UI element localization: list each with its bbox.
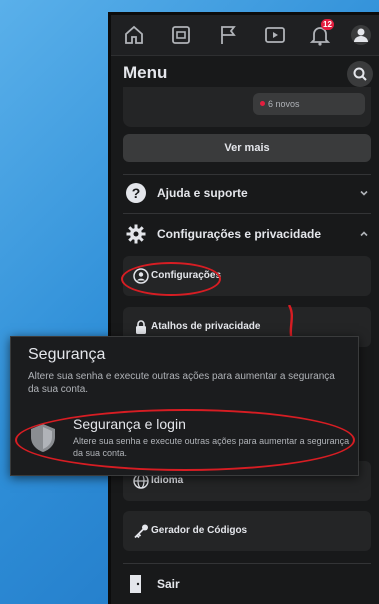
help-support-label: Ajuda e suporte: [157, 186, 248, 200]
settings-privacy-row[interactable]: Configurações e privacidade: [123, 218, 373, 250]
highlight-circle-security-login: [15, 409, 355, 471]
notification-badge: 12: [321, 19, 334, 30]
lock-icon: [133, 319, 149, 335]
logout-label: Sair: [157, 577, 180, 591]
popup-description: Altere sua senha e execute outras ações …: [28, 371, 335, 395]
code-generator-label: Gerador de Códigos: [151, 525, 248, 536]
popup-title: Segurança: [28, 346, 106, 363]
language-label: Idioma: [151, 475, 184, 486]
pages-icon[interactable]: [169, 23, 193, 47]
menu-avatar-icon[interactable]: [349, 23, 373, 47]
help-support-row[interactable]: ? Ajuda e suporte: [123, 177, 373, 209]
new-dot-icon: [260, 101, 265, 106]
home-icon[interactable]: [122, 23, 146, 47]
divider: [123, 174, 371, 175]
new-items-label: 6 novos: [268, 99, 300, 109]
new-items-pill[interactable]: 6 novos: [253, 93, 365, 115]
flag-icon[interactable]: [216, 23, 240, 47]
highlight-circle-settings: [121, 262, 221, 296]
key-icon: [133, 523, 149, 539]
logout-row[interactable]: Sair: [123, 568, 373, 600]
privacy-shortcuts-label: Atalhos de privacidade: [151, 321, 261, 332]
see-more-button[interactable]: Ver mais: [123, 134, 371, 162]
divider: [123, 213, 371, 214]
gear-icon: [125, 223, 147, 245]
chevron-down-icon: [359, 187, 369, 197]
chevron-up-icon: [359, 228, 369, 238]
menu-title: Menu: [123, 63, 168, 82]
security-popup: Segurança Altere sua senha e execute out…: [10, 336, 359, 476]
code-generator-item[interactable]: Gerador de Códigos: [123, 511, 371, 551]
settings-privacy-label: Configurações e privacidade: [157, 227, 322, 241]
search-icon: [353, 67, 367, 81]
svg-text:?: ?: [132, 185, 141, 201]
door-exit-icon: [125, 573, 147, 595]
top-navigation-bar: 12: [111, 15, 379, 56]
divider: [123, 563, 371, 564]
facebook-menu-panel: 12 Menu 6 novos Ver mais ? Ajuda e supor…: [108, 12, 379, 604]
search-button[interactable]: [347, 61, 373, 87]
help-icon: ?: [125, 182, 147, 204]
watch-icon[interactable]: [263, 23, 287, 47]
